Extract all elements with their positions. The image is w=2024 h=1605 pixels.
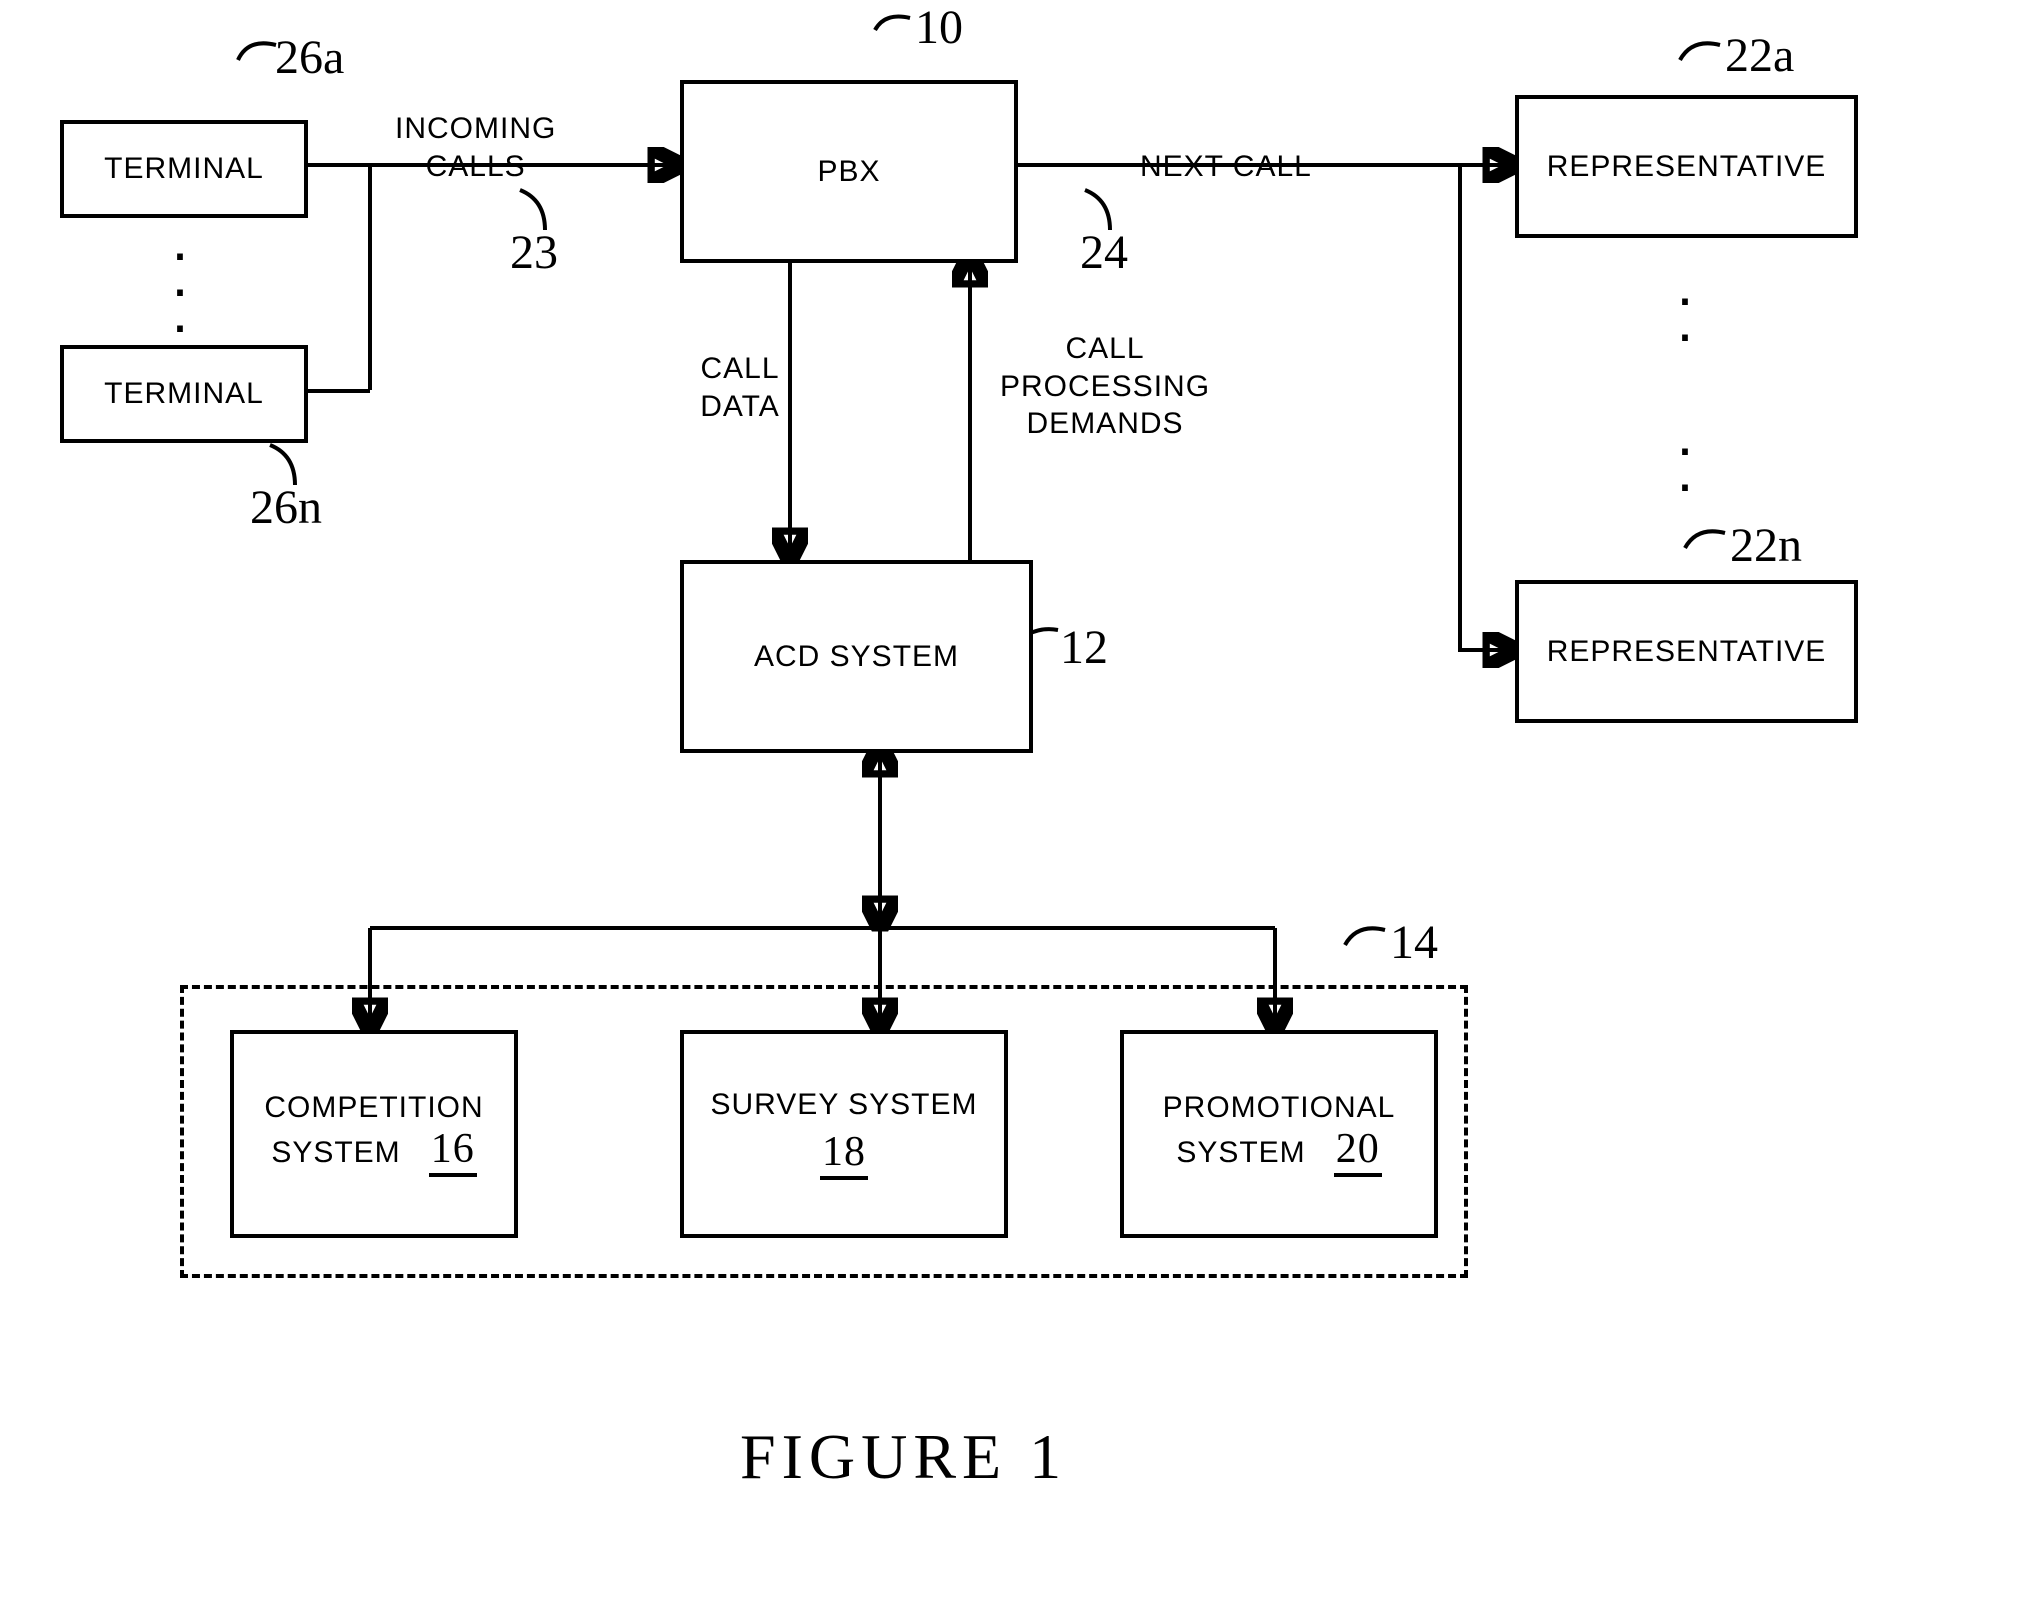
next-call-label: NEXT CALL: [1140, 148, 1312, 186]
terminal-n-box: TERMINAL: [60, 345, 308, 443]
survey-label: SURVEY SYSTEM: [711, 1088, 978, 1122]
ref-26a: 26a: [275, 30, 344, 85]
diagram-canvas: TERMINAL ··· TERMINAL PBX ACD SYSTEM REP…: [0, 0, 2024, 1605]
ref-26n: 26n: [250, 480, 322, 535]
ref-22a: 22a: [1725, 28, 1794, 83]
acd-box: ACD SYSTEM: [680, 560, 1033, 753]
terminal-vdots: ···: [160, 235, 200, 343]
ref-23: 23: [510, 225, 558, 280]
terminal-a-label: TERMINAL: [104, 152, 264, 186]
call-processing-demands-label: CALL PROCESSING DEMANDS: [1000, 330, 1210, 443]
terminal-a-box: TERMINAL: [60, 120, 308, 218]
survey-system-box: SURVEY SYSTEM 18: [680, 1030, 1008, 1238]
pbx-box: PBX: [680, 80, 1018, 263]
representative-a-label: REPRESENTATIVE: [1547, 150, 1827, 184]
acd-label: ACD SYSTEM: [754, 640, 959, 674]
ref-20: 20: [1334, 1125, 1382, 1177]
promo-l2: SYSTEM: [1176, 1136, 1305, 1169]
representative-a-box: REPRESENTATIVE: [1515, 95, 1858, 238]
ref-16: 16: [429, 1125, 477, 1177]
ref-18: 18: [820, 1128, 868, 1180]
competition-l1: COMPETITION: [264, 1091, 483, 1125]
competition-l2: SYSTEM: [271, 1136, 400, 1169]
representative-n-label: REPRESENTATIVE: [1547, 635, 1827, 669]
ref-24: 24: [1080, 225, 1128, 280]
representative-vdots-1: ··: [1665, 280, 1705, 352]
ref-14: 14: [1390, 915, 1438, 970]
representative-n-box: REPRESENTATIVE: [1515, 580, 1858, 723]
ref-10: 10: [915, 0, 963, 55]
ref-22n: 22n: [1730, 518, 1802, 573]
call-data-label: CALL DATA: [680, 350, 800, 425]
incoming-calls-label: INCOMING CALLS: [395, 110, 556, 185]
pbx-label: PBX: [817, 155, 880, 189]
representative-vdots-2: ··: [1665, 430, 1705, 502]
promotional-system-box: PROMOTIONAL SYSTEM 20: [1120, 1030, 1438, 1238]
ref-12: 12: [1060, 620, 1108, 675]
figure-caption: FIGURE 1: [740, 1420, 1067, 1494]
terminal-n-label: TERMINAL: [104, 377, 264, 411]
competition-system-box: COMPETITION SYSTEM 16: [230, 1030, 518, 1238]
promo-l1: PROMOTIONAL: [1163, 1091, 1396, 1125]
